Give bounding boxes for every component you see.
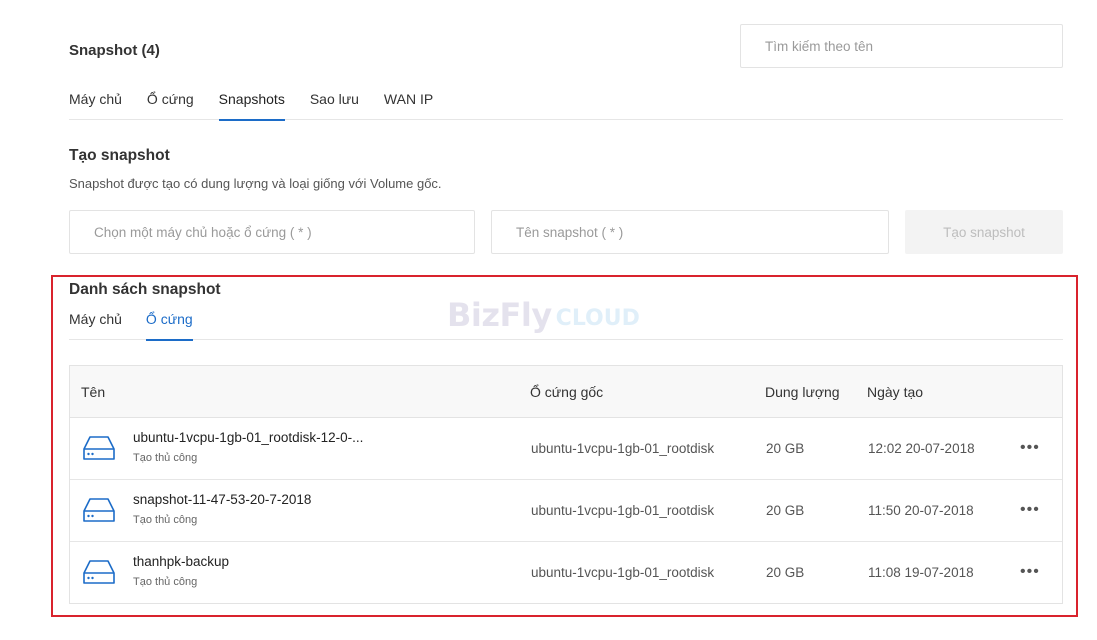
snapshot-source: ubuntu-1vcpu-1gb-01_rootdisk <box>531 503 715 518</box>
snapshot-name[interactable]: thanhpk-backup <box>133 554 229 569</box>
more-horizontal-icon[interactable]: ••• <box>1020 502 1040 518</box>
table-row[interactable]: ubuntu-1vcpu-1gb-01_rootdisk-12-0-... Tạ… <box>70 418 1062 480</box>
create-snapshot-description: Snapshot được tạo có dung lượng và loại … <box>69 176 442 191</box>
create-snapshot-title: Tạo snapshot <box>69 147 170 164</box>
list-tab-disks[interactable]: Ổ cứng <box>145 308 193 341</box>
snapshot-source: ubuntu-1vcpu-1gb-01_rootdisk <box>531 565 715 580</box>
hard-disk-icon <box>83 560 115 584</box>
table-row[interactable]: thanhpk-backup Tạo thủ công ubuntu-1vcpu… <box>70 542 1062 604</box>
search-input[interactable] <box>740 24 1063 68</box>
snapshot-name[interactable]: ubuntu-1vcpu-1gb-01_rootdisk-12-0-... <box>133 430 363 445</box>
hard-disk-icon <box>83 436 115 460</box>
snapshot-name[interactable]: snapshot-11-47-53-20-7-2018 <box>133 492 311 507</box>
snapshot-list-title: Danh sách snapshot <box>69 281 221 298</box>
snapshot-type: Tạo thủ công <box>133 514 198 526</box>
column-name: Tên <box>81 384 106 400</box>
snapshot-size: 20 GB <box>766 565 805 580</box>
list-tabs: Máy chủ Ổ cứng <box>69 308 1063 341</box>
snapshot-created: 12:02 20-07-2018 <box>868 441 975 456</box>
snapshot-type: Tạo thủ công <box>133 576 198 588</box>
more-horizontal-icon[interactable]: ••• <box>1020 564 1040 580</box>
more-horizontal-icon[interactable]: ••• <box>1020 440 1040 456</box>
tab-backups[interactable]: Sao lưu <box>310 88 359 120</box>
snapshot-table: Tên Ổ cứng gốc Dung lượng Ngày tạo ubunt… <box>69 365 1063 604</box>
list-tab-servers[interactable]: Máy chủ <box>69 308 122 340</box>
tab-servers[interactable]: Máy chủ <box>69 88 122 120</box>
create-snapshot-button[interactable]: Tạo snapshot <box>905 210 1063 254</box>
page-title: Snapshot (4) <box>69 42 160 59</box>
tab-wan-ip[interactable]: WAN IP <box>384 88 433 120</box>
snapshot-name-input[interactable] <box>491 210 889 254</box>
snapshot-source: ubuntu-1vcpu-1gb-01_rootdisk <box>531 441 715 456</box>
snapshot-size: 20 GB <box>766 441 805 456</box>
table-header: Tên Ổ cứng gốc Dung lượng Ngày tạo <box>70 366 1062 418</box>
table-row[interactable]: snapshot-11-47-53-20-7-2018 Tạo thủ công… <box>70 480 1062 542</box>
snapshot-created: 11:50 20-07-2018 <box>868 503 974 518</box>
main-tabs: Máy chủ Ổ cứng Snapshots Sao lưu WAN IP <box>69 88 1063 121</box>
column-size: Dung lượng <box>765 384 840 400</box>
snapshot-type: Tạo thủ công <box>133 452 198 464</box>
source-select[interactable] <box>69 210 475 254</box>
tab-disks[interactable]: Ổ cứng <box>147 88 194 120</box>
column-source: Ổ cứng gốc <box>530 384 604 400</box>
snapshot-created: 11:08 19-07-2018 <box>868 565 974 580</box>
snapshot-size: 20 GB <box>766 503 805 518</box>
column-created: Ngày tạo <box>867 384 924 400</box>
tab-snapshots[interactable]: Snapshots <box>218 88 286 121</box>
hard-disk-icon <box>83 498 115 522</box>
